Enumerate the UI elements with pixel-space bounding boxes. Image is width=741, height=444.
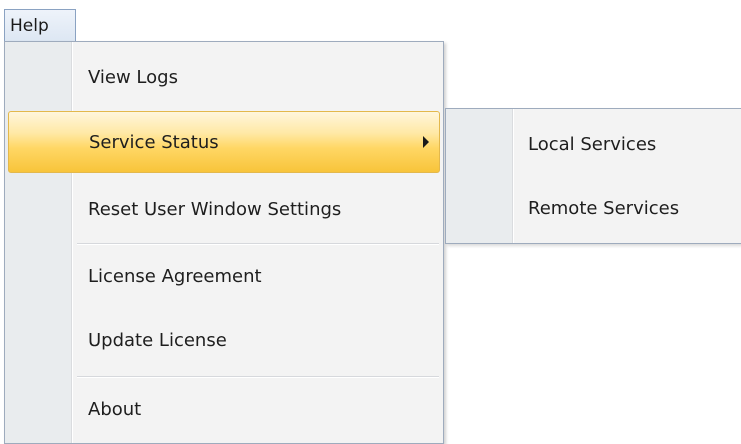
- menu-item-label: License Agreement: [88, 266, 262, 287]
- submenu-item-local-services[interactable]: Local Services: [449, 114, 741, 176]
- service-status-submenu: Local Services Remote Services: [445, 108, 741, 244]
- menu-item-license-agreement[interactable]: License Agreement: [8, 246, 440, 308]
- menu-separator: [77, 376, 439, 378]
- menubar-help[interactable]: Help: [4, 9, 76, 41]
- submenu-arrow-icon: [423, 136, 429, 148]
- help-dropdown-menu: View Logs Service Status Reset User Wind…: [4, 41, 444, 444]
- menu-item-label: Reset User Window Settings: [88, 199, 342, 220]
- menu-item-service-status[interactable]: Service Status: [8, 111, 440, 173]
- screen: Help View Logs Service Status Reset User…: [0, 0, 741, 444]
- menu-item-update-license[interactable]: Update License: [8, 310, 440, 372]
- menu-item-label: Service Status: [89, 132, 219, 153]
- menu-item-about[interactable]: About: [8, 379, 440, 441]
- menu-item-reset-user-window-settings[interactable]: Reset User Window Settings: [8, 179, 440, 241]
- menu-item-label: About: [88, 399, 142, 420]
- submenu-item-label: Local Services: [528, 134, 657, 155]
- submenu-item-label: Remote Services: [528, 198, 680, 219]
- menu-item-label: View Logs: [88, 67, 178, 88]
- menubar-help-label: Help: [10, 16, 49, 36]
- submenu-item-remote-services[interactable]: Remote Services: [449, 178, 741, 240]
- menu-separator: [77, 243, 439, 245]
- menu-item-label: Update License: [88, 330, 227, 351]
- menu-item-view-logs[interactable]: View Logs: [8, 47, 440, 109]
